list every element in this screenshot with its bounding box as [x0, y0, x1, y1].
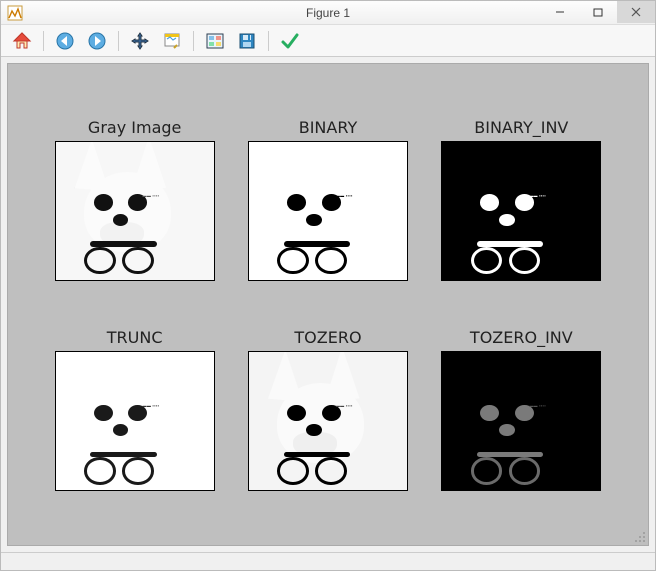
subplot-title: TOZERO — [294, 328, 361, 347]
window-controls — [541, 1, 655, 24]
subplot-binary: BINARY ▬▬ ▪▪▪▪ — [248, 118, 408, 281]
statusbar — [1, 552, 655, 570]
toolbar-separator — [118, 31, 119, 51]
subplot-title: Gray Image — [88, 118, 181, 137]
subplot-gray-image: Gray Image ▬▬ ▪▪▪▪ — [55, 118, 215, 281]
figure-window: Figure 1 — [0, 0, 656, 571]
subplot-image: ▬▬ ▪▪▪▪ — [441, 351, 601, 491]
close-button[interactable] — [617, 1, 655, 23]
subplot-trunc: TRUNC ▬▬ ▪▪▪▪ — [55, 328, 215, 491]
home-icon[interactable] — [9, 28, 35, 54]
subplot-title: BINARY — [299, 118, 357, 137]
subplot-title: TOZERO_INV — [470, 328, 573, 347]
configure-subplots-icon[interactable] — [202, 28, 228, 54]
toolbar-separator — [268, 31, 269, 51]
titlebar: Figure 1 — [1, 1, 655, 25]
subplot-image: ▬▬ ▪▪▪▪ — [248, 351, 408, 491]
toolbar-separator — [43, 31, 44, 51]
app-icon — [7, 5, 23, 21]
subplot-image: ▬▬ ▪▪▪▪ — [55, 351, 215, 491]
maximize-button[interactable] — [579, 1, 617, 23]
subplot-binary-inv: BINARY_INV ▬▬ ▪▪▪▪ — [441, 118, 601, 281]
check-icon[interactable] — [277, 28, 303, 54]
subplot-row: Gray Image ▬▬ ▪▪▪▪ BINARY ▬▬ ▪▪▪▪ BINARY… — [48, 118, 608, 281]
subplot-image: ▬▬ ▪▪▪▪ — [441, 141, 601, 281]
forward-icon[interactable] — [84, 28, 110, 54]
window-title: Figure 1 — [306, 6, 350, 20]
save-icon[interactable] — [234, 28, 260, 54]
subplot-image: ▬▬ ▪▪▪▪ — [55, 141, 215, 281]
subplot-row: TRUNC ▬▬ ▪▪▪▪ TOZERO ▬▬ ▪▪▪▪ TOZERO_INV … — [48, 328, 608, 491]
figure-canvas[interactable]: Gray Image ▬▬ ▪▪▪▪ BINARY ▬▬ ▪▪▪▪ BINARY… — [7, 63, 649, 546]
resize-grip-icon[interactable] — [634, 531, 646, 543]
subplot-tozero: TOZERO ▬▬ ▪▪▪▪ — [248, 328, 408, 491]
toolbar — [1, 25, 655, 57]
subplot-image: ▬▬ ▪▪▪▪ — [248, 141, 408, 281]
zoom-icon[interactable] — [159, 28, 185, 54]
subplot-title: TRUNC — [107, 328, 163, 347]
minimize-button[interactable] — [541, 1, 579, 23]
subplot-tozero-inv: TOZERO_INV ▬▬ ▪▪▪▪ — [441, 328, 601, 491]
toolbar-separator — [193, 31, 194, 51]
subplot-title: BINARY_INV — [474, 118, 568, 137]
pan-icon[interactable] — [127, 28, 153, 54]
back-icon[interactable] — [52, 28, 78, 54]
